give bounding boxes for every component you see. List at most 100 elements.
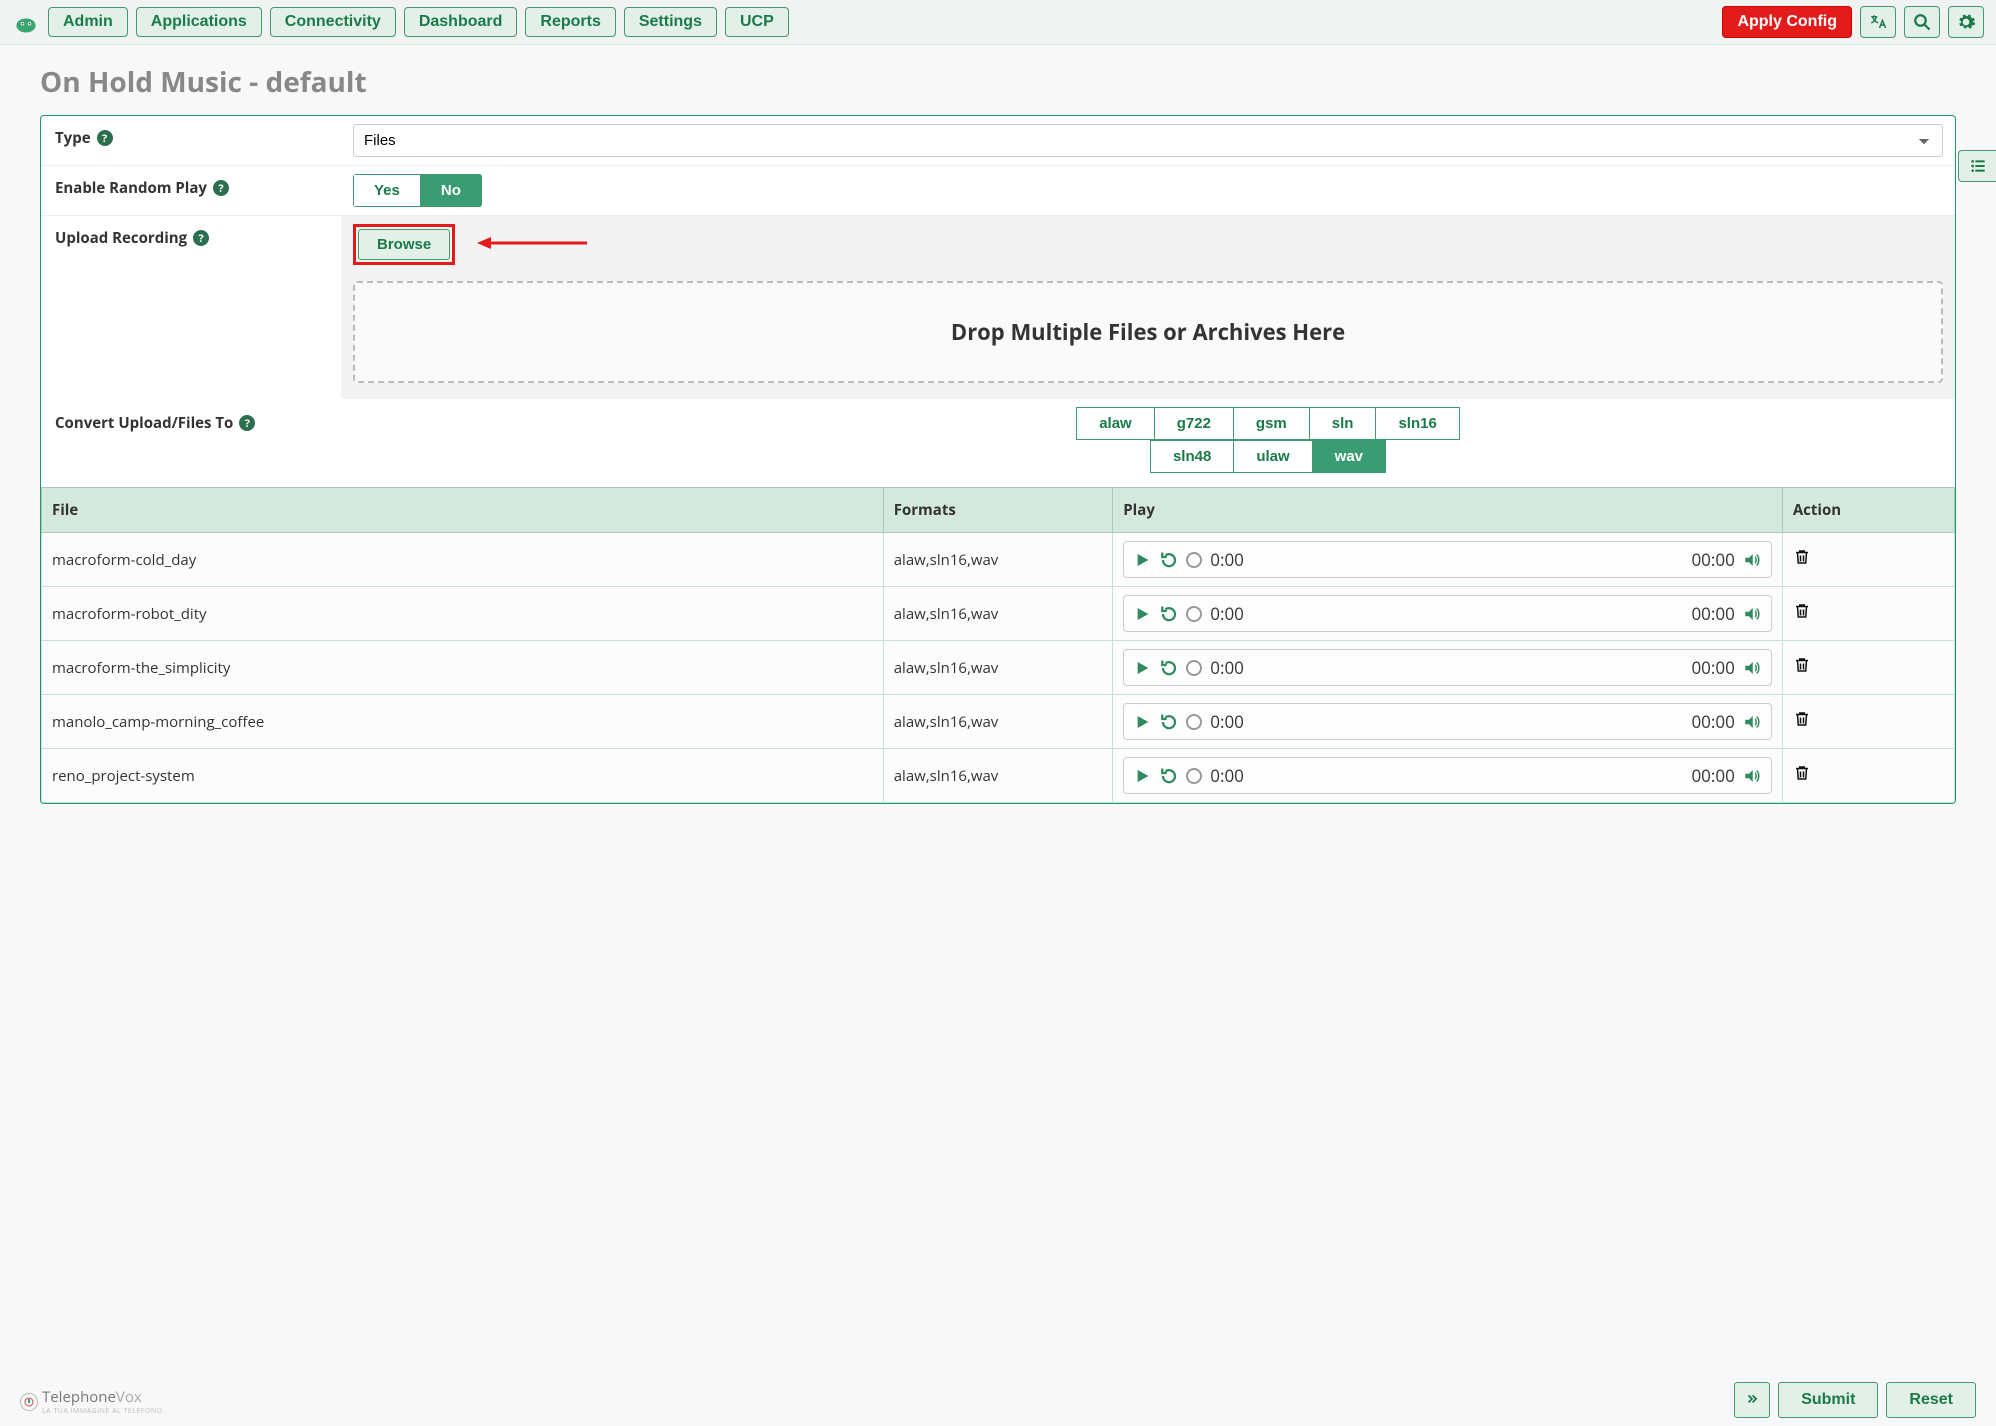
play-cell: 0:00 00:00 <box>1113 641 1783 695</box>
play-icon[interactable] <box>1134 713 1152 731</box>
progress-handle[interactable] <box>1186 606 1202 622</box>
nav-ucp[interactable]: UCP <box>725 7 789 37</box>
upload-dropzone[interactable]: Drop Multiple Files or Archives Here <box>353 281 1943 383</box>
replay-icon[interactable] <box>1160 713 1178 731</box>
random-yes-button[interactable]: Yes <box>353 174 421 207</box>
formats-cell: alaw,sln16,wav <box>883 641 1113 695</box>
volume-icon[interactable] <box>1743 713 1761 731</box>
arrow-annotation <box>477 233 587 258</box>
play-cell: 0:0000:00 <box>1113 533 1783 587</box>
action-cell <box>1782 533 1954 587</box>
play-icon[interactable] <box>1134 605 1152 623</box>
reset-button[interactable]: Reset <box>1886 1382 1976 1418</box>
nav-applications[interactable]: Applications <box>136 7 262 37</box>
trash-icon[interactable] <box>1793 768 1811 788</box>
th-file[interactable]: File <box>42 488 884 533</box>
file-cell: manolo_camp-morning_coffee <box>42 695 884 749</box>
th-action[interactable]: Action <box>1782 488 1954 533</box>
side-list-toggle[interactable] <box>1958 150 1996 182</box>
codec-g722[interactable]: g722 <box>1155 407 1234 440</box>
replay-icon[interactable] <box>1160 659 1178 677</box>
codec-sln16[interactable]: sln16 <box>1376 407 1459 440</box>
duration-time: 00:00 <box>1691 602 1734 625</box>
play-icon[interactable] <box>1134 767 1152 785</box>
codec-alaw[interactable]: alaw <box>1076 407 1155 440</box>
volume-icon[interactable] <box>1743 605 1761 623</box>
brand-watermark: TelephoneVox LA TUA IMMAGINE AL TELEFONO <box>20 1387 163 1416</box>
th-formats[interactable]: Formats <box>883 488 1113 533</box>
random-play-toggle: Yes No <box>353 174 482 207</box>
files-table: File Formats Play Action macroform-cold_… <box>41 487 1955 803</box>
duration-time: 00:00 <box>1691 764 1734 787</box>
codec-wav[interactable]: wav <box>1313 440 1386 473</box>
browse-button[interactable]: Browse <box>358 229 450 260</box>
formats-cell: alaw,sln16,wav <box>883 533 1113 587</box>
play-cell: 0:0000:00 <box>1113 749 1783 803</box>
convert-label: Convert Upload/Files To <box>55 413 233 433</box>
codec-ulaw[interactable]: ulaw <box>1234 440 1312 473</box>
help-icon[interactable]: ? <box>97 130 113 146</box>
table-row: macroform-cold_dayalaw,sln16,wav 0:0000:0… <box>42 533 1955 587</box>
nav-reports[interactable]: Reports <box>525 7 615 37</box>
random-no-button[interactable]: No <box>421 174 482 207</box>
audio-player: 0:0000:00 <box>1123 757 1772 794</box>
trash-icon[interactable] <box>1793 606 1811 626</box>
duration-time: 00:00 <box>1691 710 1734 733</box>
footer-bar: Submit Reset <box>1734 1382 1976 1418</box>
file-cell: macroform-cold_day <box>42 533 884 587</box>
action-cell <box>1782 695 1954 749</box>
replay-icon[interactable] <box>1160 605 1178 623</box>
progress-handle[interactable] <box>1186 768 1202 784</box>
type-select[interactable]: Files <box>353 124 1943 157</box>
volume-icon[interactable] <box>1743 659 1761 677</box>
file-cell: macroform-robot_dity <box>42 587 884 641</box>
nav-settings[interactable]: Settings <box>624 7 717 37</box>
apply-config-button[interactable]: Apply Config <box>1722 6 1852 38</box>
trash-icon[interactable] <box>1793 552 1811 572</box>
current-time: 0:00 <box>1210 656 1244 679</box>
nav-connectivity[interactable]: Connectivity <box>270 7 396 37</box>
audio-player: 0:0000:00 <box>1123 541 1772 578</box>
current-time: 0:00 <box>1210 548 1244 571</box>
help-icon[interactable]: ? <box>213 180 229 196</box>
progress-handle[interactable] <box>1186 714 1202 730</box>
play-cell: 0:00 00:00 <box>1113 695 1783 749</box>
current-time: 0:00 <box>1210 710 1244 733</box>
codec-sln[interactable]: sln <box>1310 407 1377 440</box>
volume-icon[interactable] <box>1743 767 1761 785</box>
replay-icon[interactable] <box>1160 767 1178 785</box>
type-label: Type <box>55 128 91 148</box>
codec-sln48[interactable]: sln48 <box>1150 440 1234 473</box>
audio-player: 0:00 00:00 <box>1123 703 1772 740</box>
gear-icon[interactable] <box>1948 6 1984 38</box>
help-icon[interactable]: ? <box>239 415 255 431</box>
table-row: macroform-the_simplicityalaw,sln16,wav0:… <box>42 641 1955 695</box>
search-icon[interactable] <box>1904 6 1940 38</box>
formats-cell: alaw,sln16,wav <box>883 749 1113 803</box>
progress-handle[interactable] <box>1186 552 1202 568</box>
action-cell <box>1782 749 1954 803</box>
codec-gsm[interactable]: gsm <box>1234 407 1310 440</box>
brand-icon <box>20 1393 38 1411</box>
submit-button[interactable]: Submit <box>1778 1382 1878 1418</box>
language-icon[interactable] <box>1860 6 1896 38</box>
play-icon[interactable] <box>1134 551 1152 569</box>
action-cell <box>1782 587 1954 641</box>
current-time: 0:00 <box>1210 602 1244 625</box>
random-play-label: Enable Random Play <box>55 178 207 198</box>
trash-icon[interactable] <box>1793 660 1811 680</box>
trash-icon[interactable] <box>1793 714 1811 734</box>
help-icon[interactable]: ? <box>193 230 209 246</box>
replay-icon[interactable] <box>1160 551 1178 569</box>
nav-admin[interactable]: Admin <box>48 7 128 37</box>
progress-handle[interactable] <box>1186 660 1202 676</box>
nav-dashboard[interactable]: Dashboard <box>404 7 518 37</box>
codec-row-1: alaw g722 gsm sln sln16 <box>1076 407 1460 440</box>
play-icon[interactable] <box>1134 659 1152 677</box>
duration-time: 00:00 <box>1691 656 1734 679</box>
th-play[interactable]: Play <box>1113 488 1783 533</box>
collapse-footer-button[interactable] <box>1734 1382 1770 1418</box>
volume-icon[interactable] <box>1743 551 1761 569</box>
formats-cell: alaw,sln16,wav <box>883 587 1113 641</box>
settings-panel: Type ? Files Enable Random Play ? Yes No <box>40 115 1956 804</box>
